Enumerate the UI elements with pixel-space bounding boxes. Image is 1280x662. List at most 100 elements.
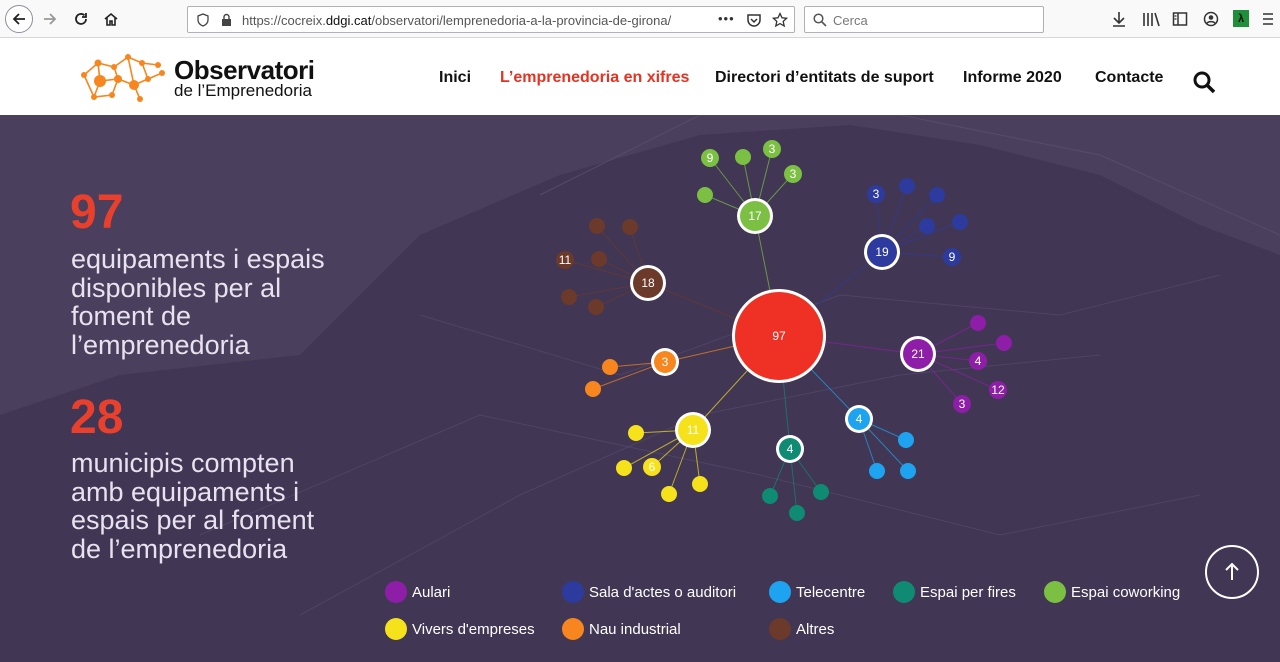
node-sala-leaf-2[interactable] [929, 187, 945, 203]
url-prefix: https://cocreix. [242, 13, 326, 28]
node-sala-leaf-3[interactable] [919, 218, 935, 234]
legend-item[interactable]: Espai coworking [1044, 581, 1180, 603]
node-aulari-leaf-0[interactable] [970, 315, 986, 331]
forward-button[interactable] [38, 7, 62, 31]
nav-informe[interactable]: Informe 2020 [963, 69, 1062, 87]
search-icon[interactable] [1192, 70, 1216, 94]
node-aulari-leaf-1[interactable] [996, 335, 1012, 351]
node-altres-leaf-1[interactable] [622, 219, 638, 235]
scroll-top-button[interactable] [1205, 545, 1259, 599]
node-altres-leaf-3[interactable] [591, 251, 607, 267]
legend-dot [385, 618, 407, 640]
node-nau-leaf-0[interactable] [602, 359, 618, 375]
logo-network-icon[interactable] [78, 51, 170, 105]
home-icon [104, 12, 118, 26]
url-path: /observatori/lemprenedoria-a-la-provinci… [371, 13, 672, 28]
url-bar[interactable]: https://cocreix.ddgi.cat/observatori/lem… [187, 6, 795, 33]
legend-item[interactable]: Sala d'actes o auditori [562, 581, 736, 603]
legend-item[interactable]: Nau industrial [562, 618, 681, 640]
logo-subtitle[interactable]: de l’Emprenedoria [174, 81, 312, 101]
legend-dot [769, 581, 791, 603]
node-vivers-leaf-3[interactable] [661, 486, 677, 502]
node-sala-leaf-0-label: 3 [873, 187, 880, 201]
node-vivers-leaf-0[interactable] [628, 425, 644, 441]
home-button[interactable] [99, 7, 123, 31]
main-section: 97 equipaments i espais disponibles per … [0, 115, 1280, 662]
node-telecentre-leaf-0[interactable] [898, 432, 914, 448]
node-nau-label: 3 [662, 355, 669, 369]
node-altres-leaf-4[interactable] [561, 289, 577, 305]
node-coworking-leaf-2-label: 3 [769, 142, 776, 156]
legend-item[interactable]: Vivers d'empreses [385, 618, 535, 640]
account-icon[interactable] [1203, 11, 1219, 27]
node-vivers-leaf-4[interactable] [692, 476, 708, 492]
node-fires-leaf-1[interactable] [789, 505, 805, 521]
node-coworking-leaf-4[interactable] [697, 187, 713, 203]
extension-icon[interactable]: λ [1233, 10, 1249, 27]
site-header: Observatori de l’Emprenedoria Inici L’em… [0, 39, 1280, 115]
node-vivers-label: 11 [687, 423, 700, 437]
node-telecentre-label: 4 [856, 412, 863, 426]
node-aulari-label: 21 [911, 347, 925, 361]
page-actions-icon[interactable]: ••• [718, 11, 735, 26]
node-fires-leaf-0[interactable] [762, 488, 778, 504]
menu-icon[interactable] [1262, 11, 1274, 27]
shield-icon[interactable] [196, 13, 210, 27]
legend-item[interactable]: Altres [769, 618, 834, 640]
node-altres-leaf-5[interactable] [588, 299, 604, 315]
node-altres-leaf-2-label: 11 [559, 253, 572, 267]
node-sala-leaf-1[interactable] [899, 178, 915, 194]
search-icon [813, 13, 827, 27]
lock-icon[interactable] [220, 13, 233, 27]
node-vivers-leaf-2[interactable] [616, 460, 632, 476]
url-text[interactable]: https://cocreix.ddgi.cat/observatori/lem… [242, 13, 671, 28]
node-altres-label: 18 [641, 276, 655, 290]
nav-inici[interactable]: Inici [439, 69, 471, 87]
back-button[interactable] [5, 5, 33, 33]
arrow-left-icon [12, 13, 25, 25]
nav-emprenedoria-xifres[interactable]: L’emprenedoria en xifres [500, 69, 689, 87]
node-coworking-leaf-3-label: 3 [790, 167, 797, 181]
download-icon[interactable] [1111, 11, 1127, 27]
node-nau-leaf-1[interactable] [585, 381, 601, 397]
sidebar-icon[interactable] [1172, 11, 1188, 27]
reload-button[interactable] [69, 7, 93, 31]
node-aulari-leaf-3-label: 12 [991, 383, 1005, 397]
legend-label: Sala d'actes o auditori [589, 583, 737, 601]
legend-item[interactable]: Telecentre [769, 581, 865, 603]
legend-dot [562, 581, 584, 603]
legend-dot [893, 581, 915, 603]
node-vivers-leaf-1-label: 6 [649, 460, 656, 474]
node-aulari-leaf-2-label: 4 [975, 354, 982, 368]
library-icon[interactable] [1142, 11, 1160, 27]
legend-label: Nau industrial [589, 620, 681, 638]
star-icon[interactable] [772, 12, 788, 28]
node-coworking-leaf-1[interactable] [735, 149, 751, 165]
reload-icon [75, 13, 87, 25]
node-sala-leaf-4[interactable] [952, 214, 968, 230]
legend-label: Espai coworking [1071, 583, 1181, 601]
legend-dot [385, 581, 407, 603]
node-altres-leaf-0[interactable] [589, 218, 605, 234]
node-sala-leaf-5-label: 9 [949, 250, 956, 264]
legend-dot [769, 618, 791, 640]
node-telecentre-leaf-1[interactable] [869, 463, 885, 479]
legend-dot [562, 618, 584, 640]
pocket-icon[interactable] [746, 12, 762, 28]
nav-directori[interactable]: Directori d’entitats de suport [715, 69, 934, 87]
network-graph: 933391141236171918213114497 [556, 140, 1012, 521]
legend-item[interactable]: Aulari [385, 581, 450, 603]
arrow-up-icon [1225, 562, 1239, 580]
browser-toolbar: https://cocreix.ddgi.cat/observatori/lem… [0, 0, 1280, 38]
legend-label: Vivers d'empreses [412, 620, 535, 638]
node-center-label: 97 [772, 329, 786, 343]
search-bar[interactable]: Cerca [804, 6, 1044, 33]
nav-contacte[interactable]: Contacte [1095, 69, 1163, 87]
legend-label: Aulari [412, 583, 451, 601]
legend-item[interactable]: Espai per fires [893, 581, 1016, 603]
arrow-right-icon [44, 13, 57, 25]
node-fires-label: 4 [787, 442, 794, 456]
node-fires-leaf-2[interactable] [813, 484, 829, 500]
node-telecentre-leaf-2[interactable] [900, 463, 916, 479]
node-coworking-leaf-0-label: 9 [707, 151, 714, 165]
